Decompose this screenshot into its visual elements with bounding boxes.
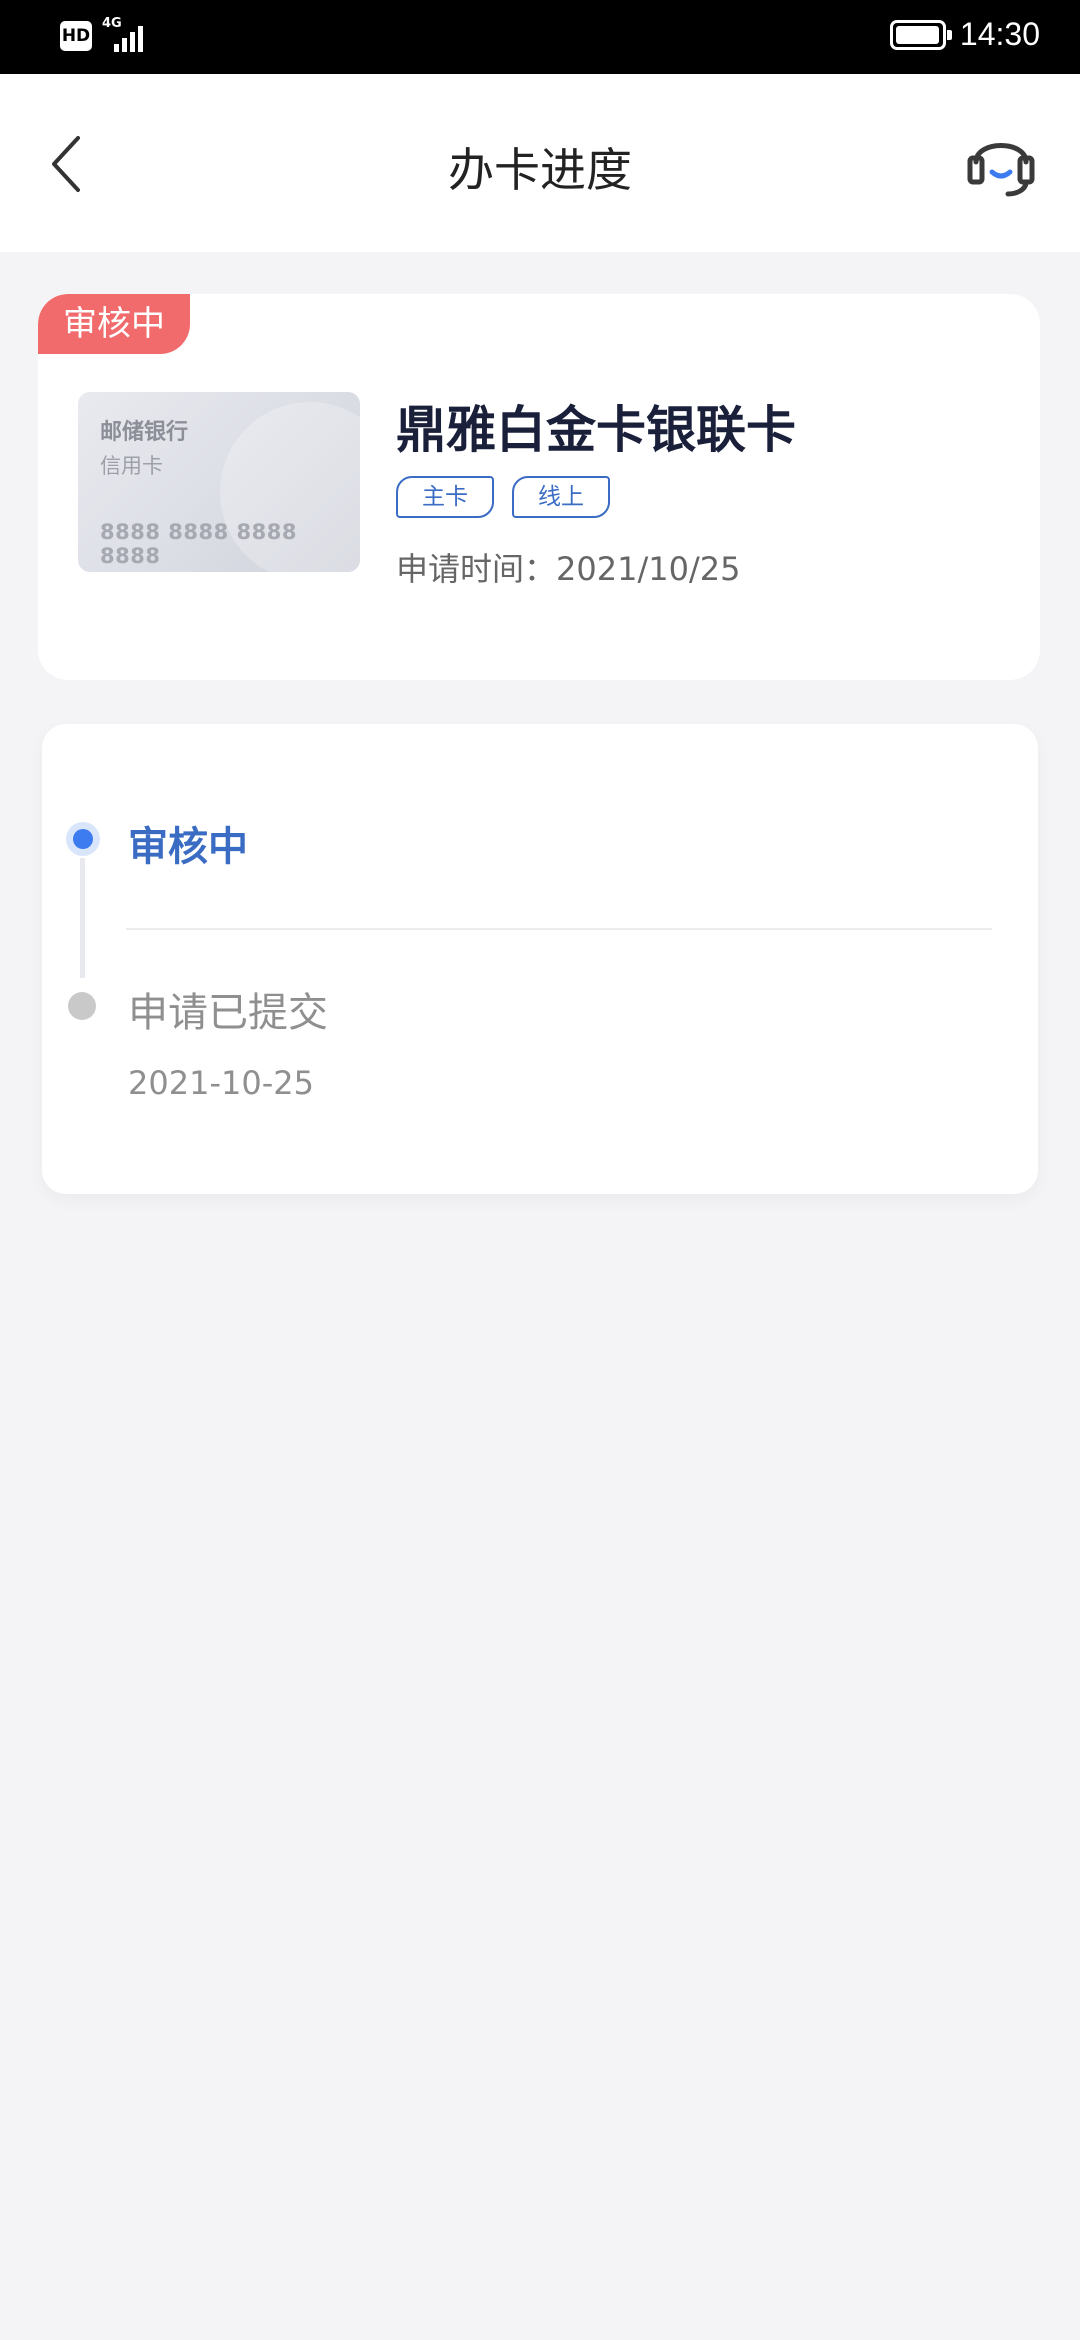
step-submitted-label: 申请已提交	[128, 990, 328, 1036]
card-image-kind: 信用卡	[100, 454, 163, 478]
header: 办卡进度	[0, 74, 1080, 252]
apply-time: 申请时间：2021/10/25	[396, 550, 741, 588]
current-step-dot	[66, 822, 100, 856]
status-right: 14:30	[889, 16, 1040, 53]
signal-icon: 4G	[100, 16, 156, 54]
card-image: 邮储银行 信用卡 8888 8888 8888 8888	[78, 392, 360, 572]
step-current-label: 审核中	[128, 824, 248, 870]
card-info-panel[interactable]: 审核中 邮储银行 信用卡 8888 8888 8888 8888 鼎雅白金卡银联…	[38, 294, 1040, 680]
progress-timeline: 审核中 申请已提交 2021-10-25	[42, 724, 1038, 1194]
card-image-number: 8888 8888 8888 8888	[100, 520, 297, 568]
page-title: 办卡进度	[448, 143, 632, 197]
card-image-bank: 邮储银行	[100, 420, 189, 445]
headset-icon	[967, 143, 1035, 197]
tag-primary-card: 主卡	[396, 476, 494, 518]
customer-service-button[interactable]	[966, 122, 1036, 202]
status-left: HD 4G	[60, 16, 156, 54]
battery-icon	[889, 19, 952, 50]
timeline-line	[80, 858, 85, 978]
status-bar: HD 4G 14:30	[0, 0, 1080, 74]
hd-badge: HD	[60, 21, 92, 51]
card-name: 鼎雅白金卡银联卡	[396, 401, 796, 459]
tag-online: 线上	[512, 476, 610, 518]
status-badge: 审核中	[38, 294, 190, 354]
divider	[126, 928, 992, 930]
clock: 14:30	[959, 16, 1040, 52]
step-submitted-date: 2021-10-25	[128, 1064, 314, 1102]
card-tags: 主卡 线上	[396, 476, 610, 518]
previous-step-dot	[68, 992, 96, 1020]
